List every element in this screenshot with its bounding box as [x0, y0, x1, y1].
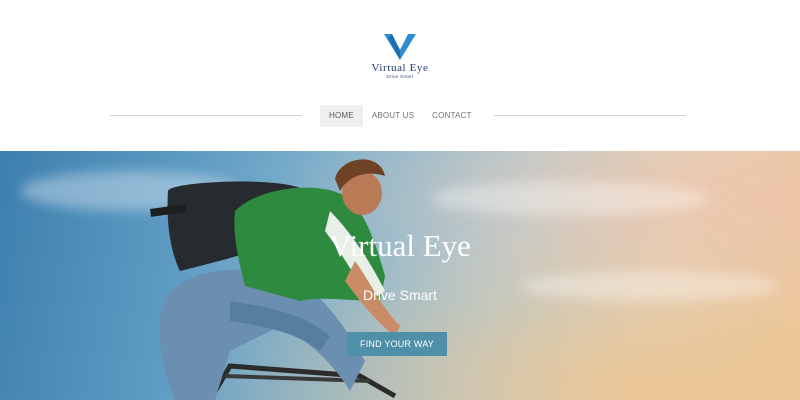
- nav-item-about-us[interactable]: ABOUT US: [363, 105, 423, 127]
- hero-title: Virtual Eye: [329, 228, 471, 263]
- logo-name: Virtual Eye: [371, 62, 429, 74]
- cyclist-with-backpack-sky-photo: [150, 159, 400, 400]
- nav-divider-left: [110, 115, 302, 116]
- logo[interactable]: Virtual Eye Drive Smart: [0, 32, 800, 80]
- main-nav: HOME ABOUT US CONTACT: [320, 105, 481, 127]
- hero-banner: [0, 151, 800, 400]
- nav-item-home[interactable]: HOME: [320, 105, 363, 127]
- find-your-way-button[interactable]: FIND YOUR WAY: [347, 332, 447, 356]
- site-header: Virtual Eye Drive Smart HOME ABOUT US CO…: [0, 0, 800, 151]
- hero-subtitle: Drive Smart: [363, 287, 437, 303]
- logo-tagline: Drive Smart: [386, 74, 414, 79]
- nav-divider-right: [494, 115, 686, 116]
- v-chevron-logo-icon: [384, 34, 416, 60]
- nav-item-contact[interactable]: CONTACT: [423, 105, 480, 127]
